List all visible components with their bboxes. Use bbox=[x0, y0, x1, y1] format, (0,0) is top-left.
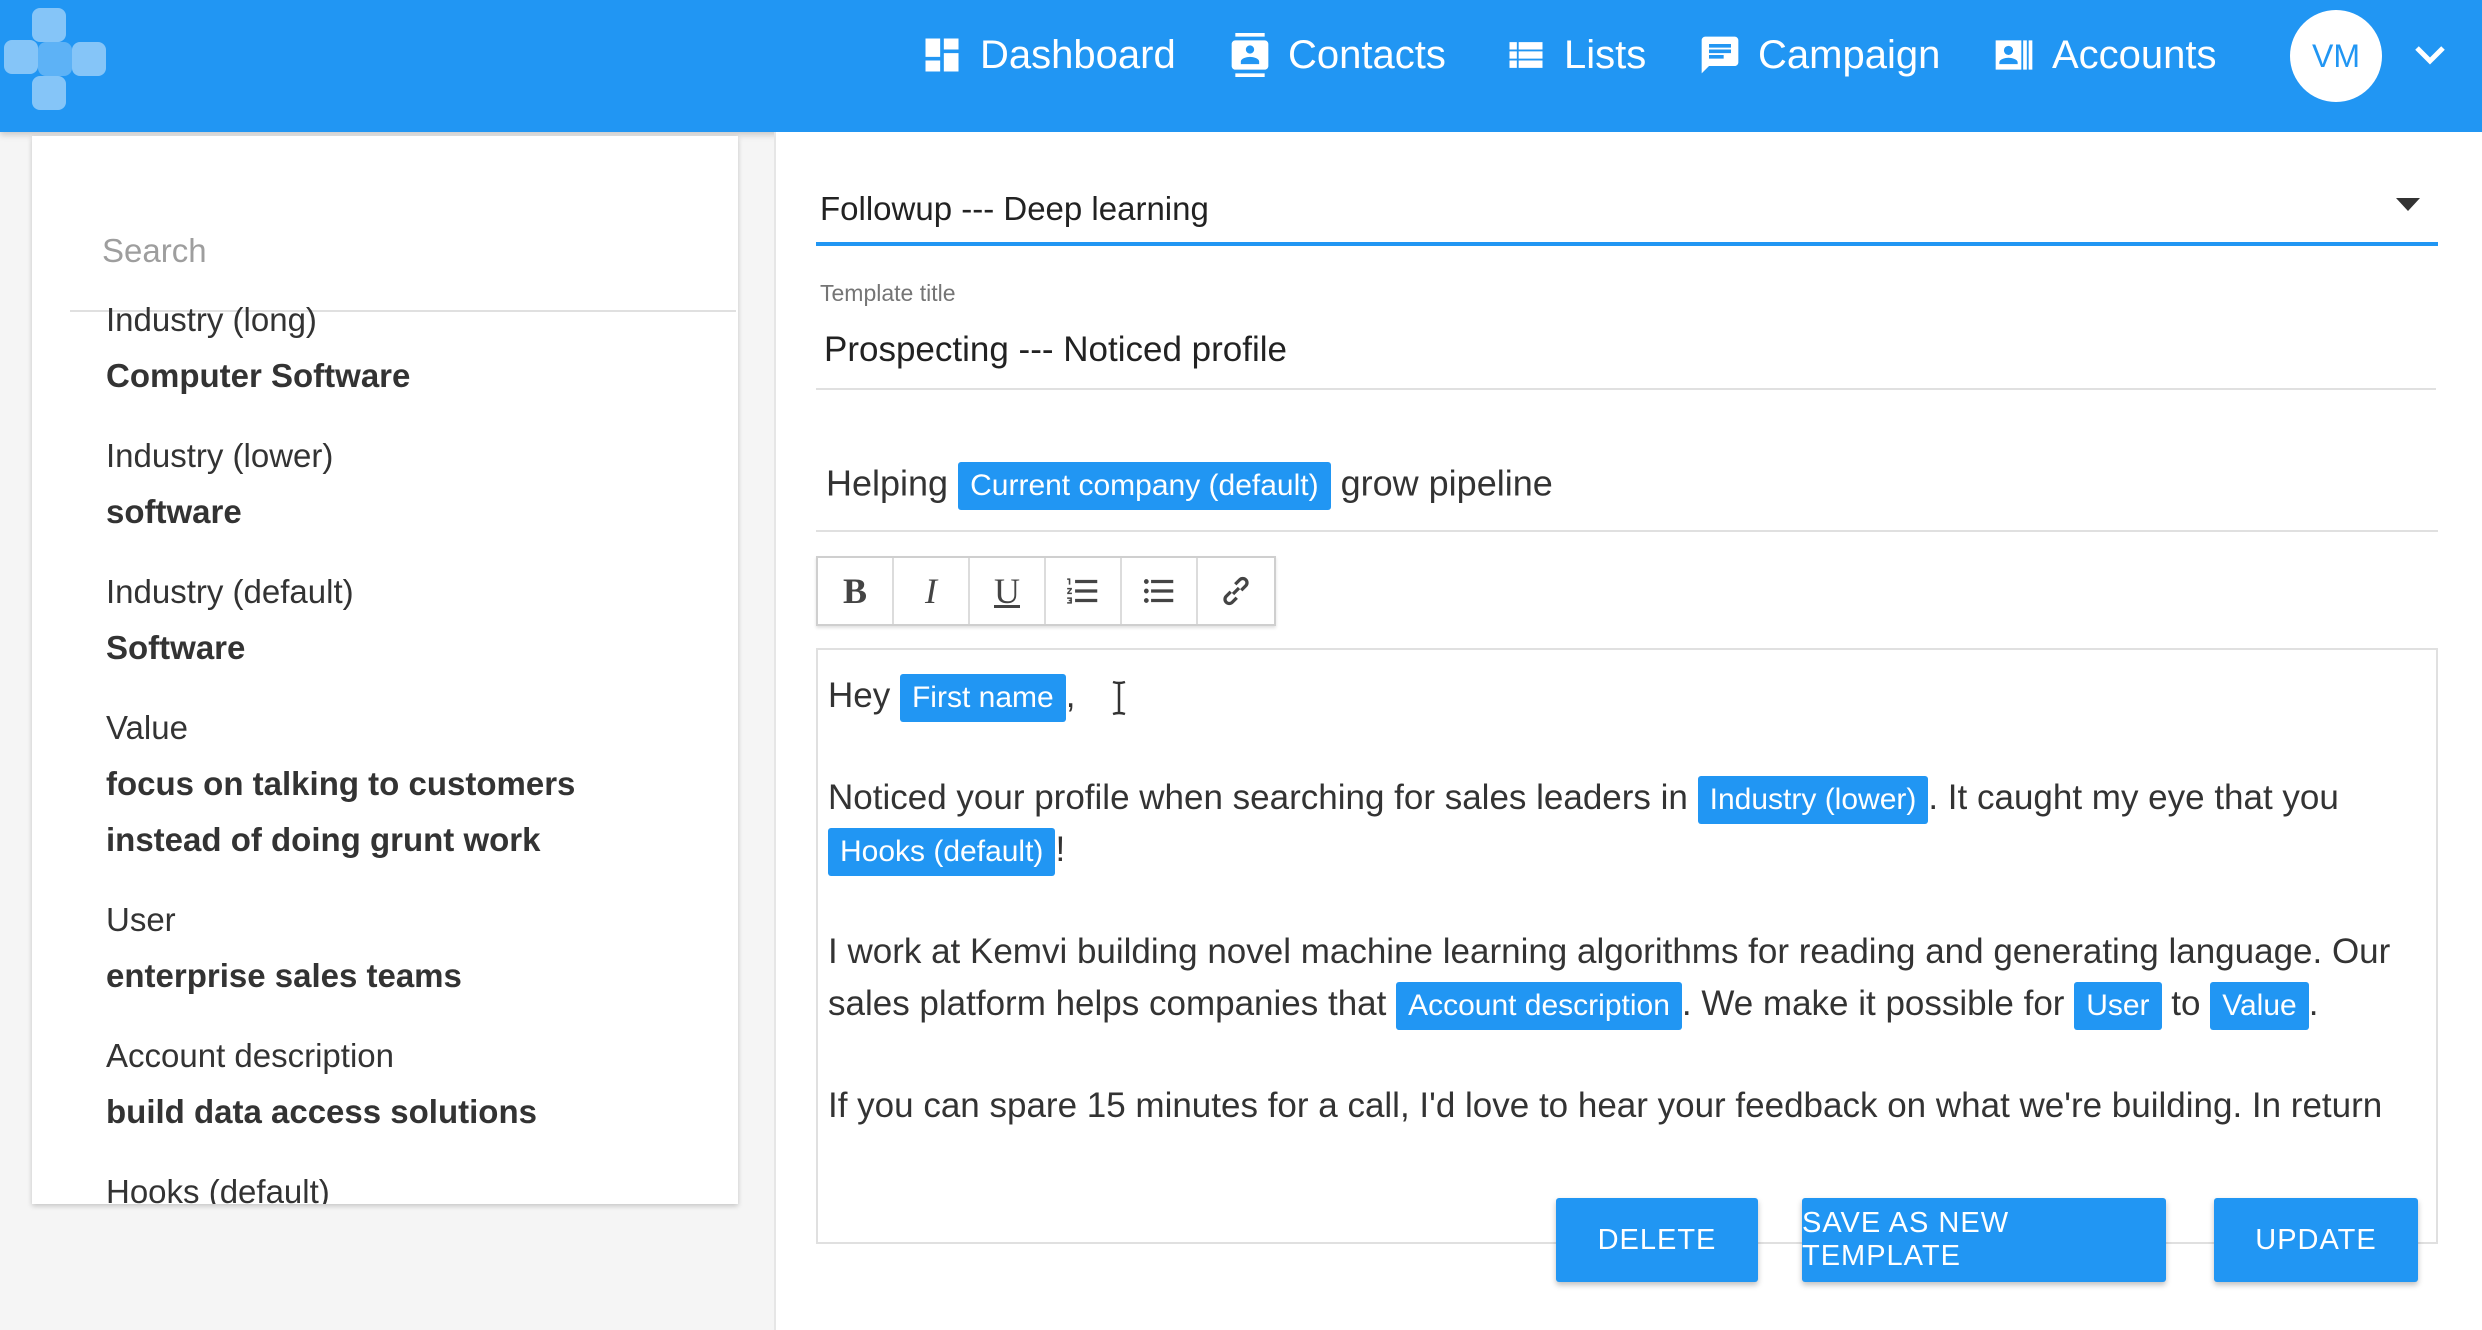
variable-item[interactable]: Hooks (default) bbox=[106, 1164, 726, 1204]
subject-text: grow pipeline bbox=[1340, 462, 1553, 504]
bullet-list-button[interactable] bbox=[1122, 558, 1198, 624]
email-body-editor[interactable]: Hey First name, Noticed your profile whe… bbox=[816, 648, 2438, 1244]
nav-contacts-label: Contacts bbox=[1288, 32, 1446, 77]
variable-chip[interactable]: Account description bbox=[1396, 981, 1682, 1030]
user-avatar[interactable]: VM bbox=[2290, 10, 2382, 102]
link-icon bbox=[1223, 576, 1249, 606]
variable-value: Computer Software bbox=[106, 357, 411, 394]
body-text: If you can spare 15 minutes for a call, … bbox=[828, 1086, 2383, 1125]
variable-item[interactable]: Account description build data access so… bbox=[106, 1028, 726, 1140]
body-text: ! bbox=[1055, 830, 1066, 869]
dashboard-icon bbox=[925, 38, 959, 72]
variable-chip[interactable]: Industry (lower) bbox=[1697, 775, 1929, 824]
nav-campaign-label: Campaign bbox=[1758, 32, 1941, 77]
save-as-new-template-button[interactable]: SAVE AS NEW TEMPLATE bbox=[1802, 1198, 2166, 1282]
delete-button[interactable]: DELETE bbox=[1556, 1198, 1758, 1282]
subject-text: Helping bbox=[826, 462, 949, 504]
nav-campaign[interactable]: Campaign bbox=[1698, 0, 1940, 110]
variable-chip[interactable]: First name bbox=[899, 673, 1066, 722]
body-paragraph: I work at Kemvi building novel machine l… bbox=[828, 926, 2426, 1030]
subject-field[interactable]: Helping Current company (default) grow p… bbox=[816, 462, 2438, 532]
variable-label: User bbox=[106, 901, 176, 938]
nav-lists[interactable]: Lists bbox=[1504, 0, 1646, 110]
variable-label: Industry (default) bbox=[106, 573, 354, 610]
nav-accounts[interactable]: Accounts bbox=[1992, 0, 2217, 110]
template-select[interactable]: Followup --- Deep learning bbox=[816, 182, 2438, 246]
variable-chip[interactable]: Hooks (default) bbox=[828, 827, 1056, 876]
variable-chip[interactable]: Value bbox=[2210, 981, 2309, 1030]
variable-value: enterprise sales teams bbox=[106, 957, 462, 994]
nav-accounts-label: Accounts bbox=[2052, 32, 2217, 77]
body-text: to bbox=[2171, 984, 2201, 1023]
variable-chip[interactable]: Current company (default) bbox=[958, 462, 1331, 510]
nav-dashboard[interactable]: Dashboard bbox=[920, 0, 1176, 110]
nav-lists-label: Lists bbox=[1564, 32, 1647, 77]
search-input[interactable] bbox=[102, 232, 662, 270]
list-icon bbox=[1509, 42, 1543, 68]
variable-item[interactable]: Industry (long) Computer Software bbox=[106, 292, 726, 404]
body-text: . We make it possible for bbox=[1681, 984, 2065, 1023]
nav-dashboard-label: Dashboard bbox=[980, 32, 1176, 77]
template-editor-panel: Followup --- Deep learning Template titl… bbox=[774, 132, 2482, 1330]
variable-item[interactable]: User enterprise sales teams bbox=[106, 892, 726, 1004]
body-paragraph: If you can spare 15 minutes for a call, … bbox=[828, 1080, 2426, 1132]
underline-button[interactable]: U bbox=[970, 558, 1046, 624]
body-paragraph: Noticed your profile when searching for … bbox=[828, 772, 2426, 876]
accounts-icon bbox=[1995, 40, 2033, 70]
variable-item[interactable]: Industry (default) Software bbox=[106, 564, 726, 676]
body-text: , bbox=[1065, 676, 1076, 715]
template-title-field bbox=[816, 320, 2436, 390]
dropdown-arrow-icon[interactable] bbox=[2394, 196, 2422, 214]
body-text: . It caught my eye that you bbox=[1928, 778, 2339, 817]
format-toolbar: B I U bbox=[816, 556, 1276, 626]
avatar-initials: VM bbox=[2312, 37, 2360, 74]
italic-button[interactable]: I bbox=[894, 558, 970, 624]
variable-label: Hooks (default) bbox=[106, 1173, 330, 1204]
chevron-down-icon[interactable] bbox=[2412, 40, 2448, 70]
body-paragraph: Hey First name, bbox=[828, 670, 2426, 722]
ordered-list-icon bbox=[1067, 578, 1098, 604]
contacts-icon bbox=[1231, 33, 1269, 77]
variable-item[interactable]: Industry (lower) software bbox=[106, 428, 726, 540]
body-text: Noticed your profile when searching for … bbox=[828, 778, 1688, 817]
template-title-label: Template title bbox=[820, 280, 956, 306]
app-logo-icon[interactable] bbox=[2, 6, 110, 114]
variable-value: Software bbox=[106, 629, 246, 666]
variable-item[interactable]: Value focus on talking to customers inst… bbox=[106, 700, 726, 868]
body-text: Hey bbox=[828, 676, 891, 715]
variable-value: software bbox=[106, 493, 242, 530]
variable-label: Industry (long) bbox=[106, 301, 317, 338]
variables-list: Industry (long) Computer Software Indust… bbox=[106, 292, 726, 1204]
update-button[interactable]: UPDATE bbox=[2214, 1198, 2418, 1282]
body-text: . bbox=[2308, 984, 2319, 1023]
top-navigation-bar: Dashboard Contacts Lists Campaign Accoun… bbox=[0, 0, 2482, 132]
variables-sidebar: Industry (long) Computer Software Indust… bbox=[32, 136, 738, 1204]
variable-value: focus on talking to customers instead of… bbox=[106, 765, 576, 858]
variable-chip[interactable]: User bbox=[2074, 981, 2162, 1030]
template-title-input[interactable] bbox=[824, 330, 2224, 370]
template-select-value: Followup --- Deep learning bbox=[820, 190, 1209, 227]
variable-label: Industry (lower) bbox=[106, 437, 334, 474]
nav-contacts[interactable]: Contacts bbox=[1228, 0, 1446, 110]
bullet-list-icon bbox=[1143, 579, 1174, 603]
text-cursor-icon bbox=[1112, 680, 1126, 715]
link-button[interactable] bbox=[1198, 558, 1274, 624]
variable-label: Account description bbox=[106, 1037, 394, 1074]
ordered-list-button[interactable] bbox=[1046, 558, 1122, 624]
bold-button[interactable]: B bbox=[818, 558, 894, 624]
variable-label: Value bbox=[106, 709, 188, 746]
chat-icon bbox=[1701, 36, 1739, 74]
variable-value: build data access solutions bbox=[106, 1093, 537, 1130]
